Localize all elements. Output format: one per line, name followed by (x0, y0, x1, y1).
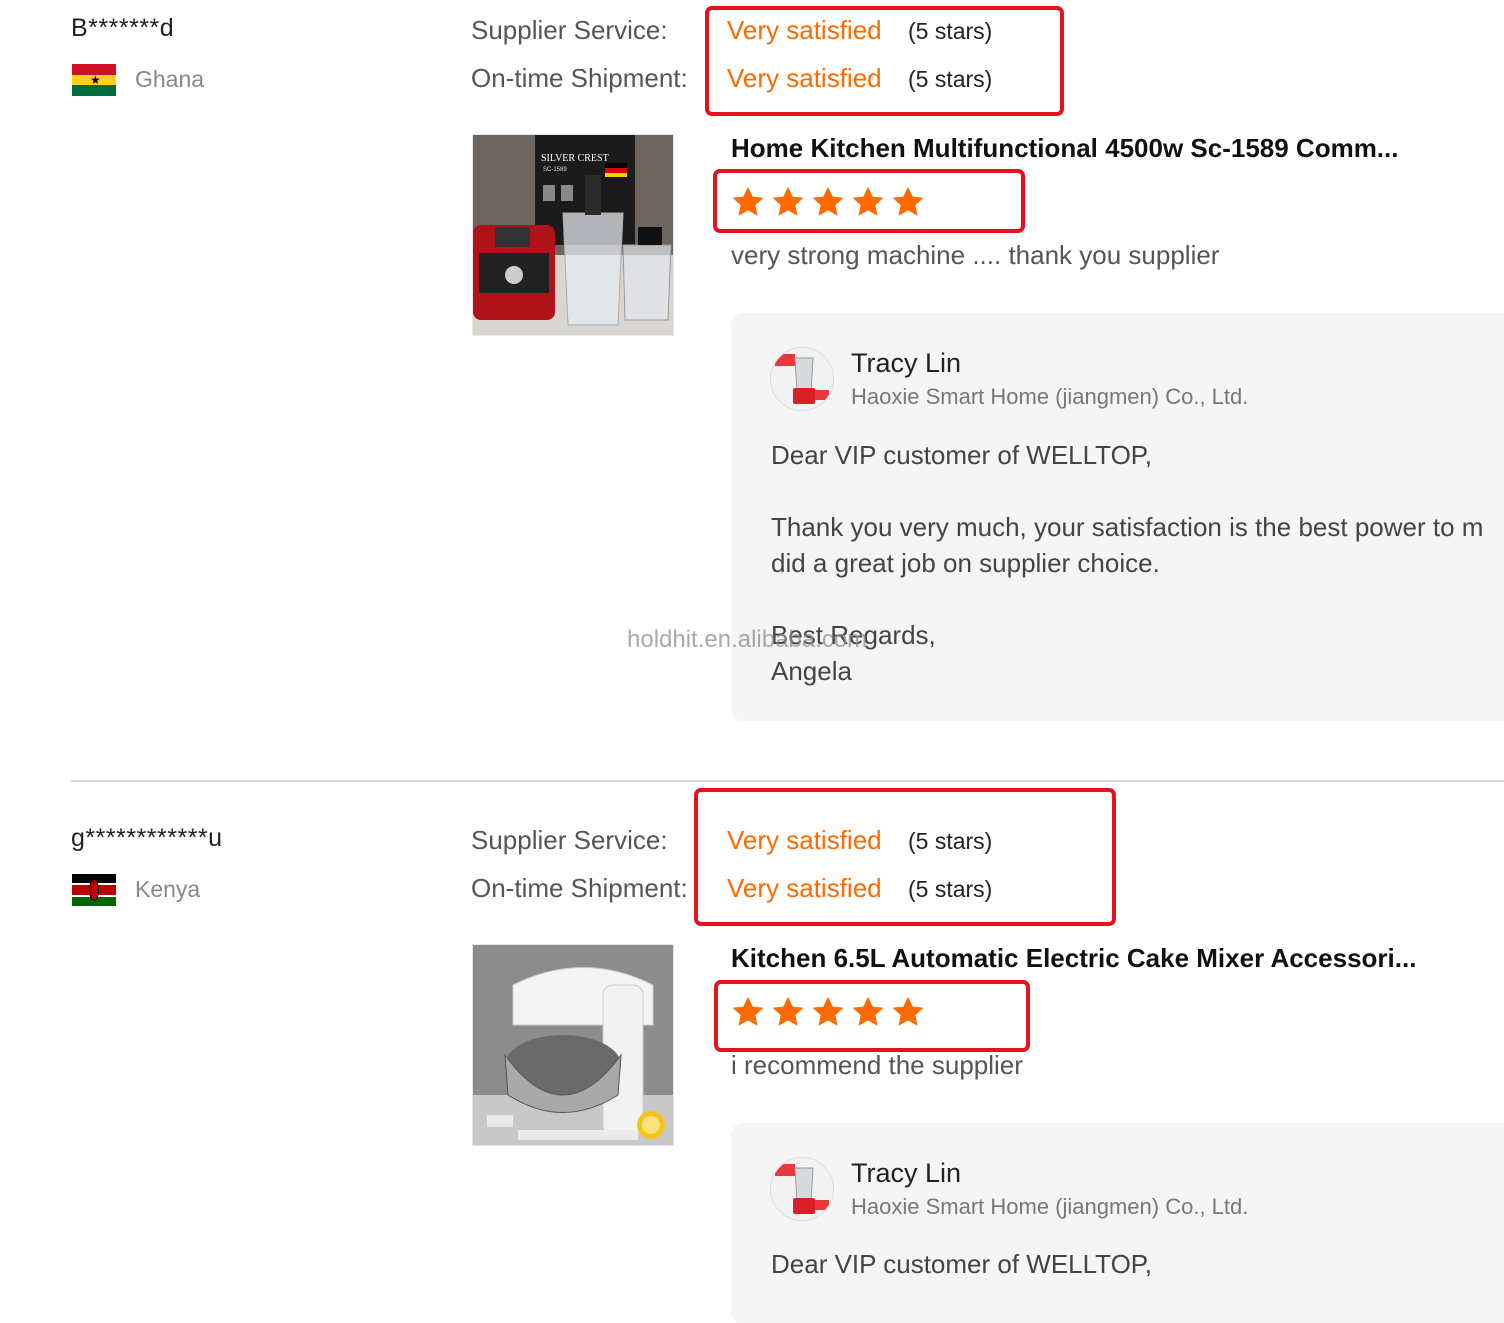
reply-body-cont: did a great job on supplier choice. (771, 548, 1160, 578)
reply-signature: Angela (771, 656, 852, 686)
highlight-box (694, 788, 1116, 926)
product-title[interactable]: Home Kitchen Multifunctional 4500w Sc-15… (731, 133, 1398, 164)
ghana-flag-icon: ★ (72, 64, 116, 96)
shipment-label: On-time Shipment: (471, 63, 688, 93)
buyer-name: B*******d (71, 14, 175, 42)
replier-name: Tracy Lin (851, 348, 962, 378)
shipment-label: On-time Shipment: (471, 873, 688, 903)
supplier-avatar (770, 347, 834, 411)
highlight-box (713, 169, 1025, 233)
supplier-service-label: Supplier Service: (471, 825, 668, 855)
svg-text:SC-1589: SC-1589 (543, 167, 567, 173)
review-comment: very strong machine .... thank you suppl… (731, 240, 1220, 270)
highlight-box (705, 6, 1064, 116)
highlight-box (714, 980, 1030, 1052)
product-image[interactable]: SILVER CREST SC-1589 (472, 134, 674, 336)
buyer-name: g************u (71, 824, 223, 852)
reply-body: Thank you very much, your satisfaction i… (771, 512, 1484, 542)
supplier-reply (731, 1123, 1504, 1323)
product-image[interactable] (472, 944, 674, 1146)
replier-company: Haoxie Smart Home (jiangmen) Co., Ltd. (851, 1194, 1249, 1219)
reply-greeting: Dear VIP customer of WELLTOP, (771, 440, 1153, 470)
replier-company: Haoxie Smart Home (jiangmen) Co., Ltd. (851, 384, 1249, 409)
review-divider (71, 780, 1504, 782)
supplier-avatar (770, 1157, 834, 1221)
supplier-service-label: Supplier Service: (471, 15, 668, 45)
replier-name: Tracy Lin (851, 1158, 962, 1188)
buyer-country: Kenya (135, 876, 201, 902)
svg-text:SILVER CREST: SILVER CREST (541, 153, 609, 164)
reply-greeting: Dear VIP customer of WELLTOP, (771, 1249, 1153, 1279)
review-comment: i recommend the supplier (731, 1050, 1023, 1080)
buyer-country: Ghana (135, 66, 205, 92)
product-title[interactable]: Kitchen 6.5L Automatic Electric Cake Mix… (731, 943, 1416, 974)
watermark: holdhit.en.alibaba.com (627, 626, 868, 653)
kenya-flag-icon (72, 874, 116, 906)
